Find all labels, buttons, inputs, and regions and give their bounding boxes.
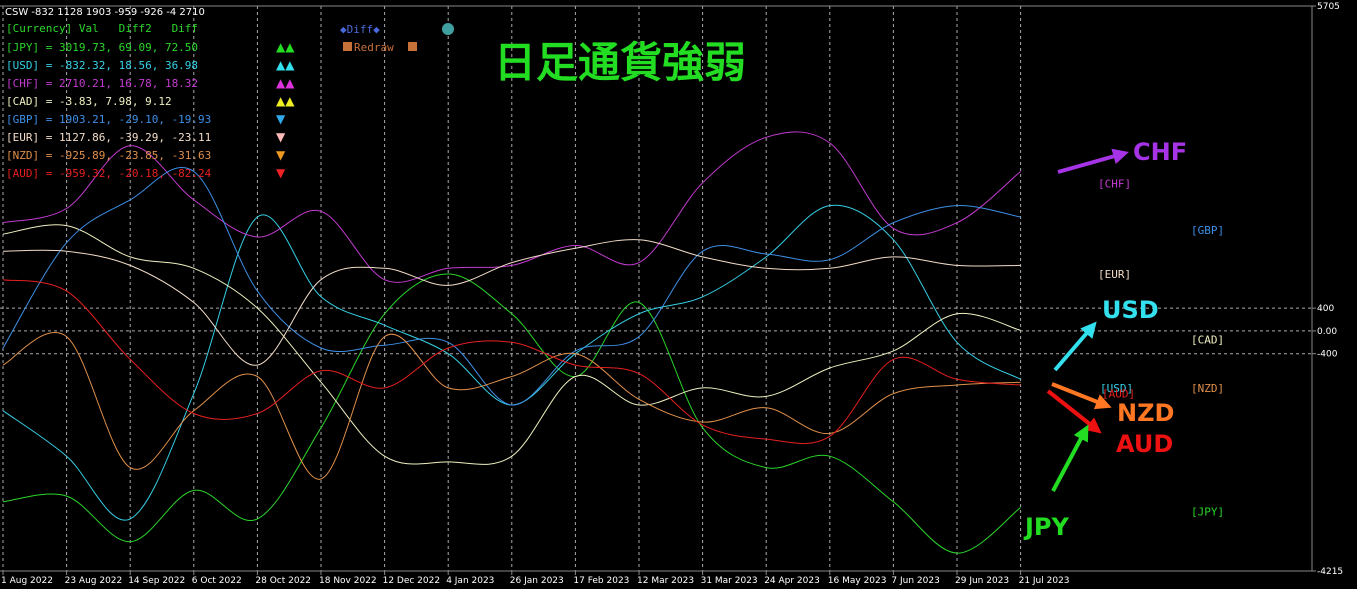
x-tick-label: 23 Aug 2022 bbox=[65, 576, 123, 586]
right-label-jpy: [JPY] bbox=[1191, 505, 1224, 518]
right-label-chf: [CHF] bbox=[1098, 177, 1131, 190]
y-tick-label: -400 bbox=[1317, 350, 1338, 360]
x-tick-label: 29 Jun 2023 bbox=[955, 576, 1009, 586]
x-tick-label: 28 Oct 2022 bbox=[255, 576, 311, 586]
x-tick-label: 6 Oct 2022 bbox=[192, 576, 242, 586]
table-row-aud: [AUD] = -959.32, -20.18, -82.24 bbox=[6, 167, 212, 180]
redraw-square-icon bbox=[408, 42, 417, 51]
x-tick-label: 12 Dec 2022 bbox=[383, 576, 441, 586]
right-label-cad: [CAD] bbox=[1191, 333, 1224, 346]
chart-background bbox=[0, 0, 1357, 589]
annotation-label-chf: CHF bbox=[1133, 138, 1187, 166]
table-row-eur: [EUR] = 1127.86, -39.29, -23.11 bbox=[6, 131, 211, 144]
right-label-nzd: [NZD] bbox=[1191, 382, 1224, 395]
y-tick-label: 0.00 bbox=[1317, 327, 1337, 337]
right-label-eur: [EUR] bbox=[1098, 268, 1131, 281]
diff-button[interactable]: ◆Diff◆ bbox=[340, 23, 380, 36]
indicator-line: CSW -832 1128 1903 -959 -926 -4 2710 bbox=[5, 7, 205, 18]
y-tick-label: 5705 bbox=[1317, 2, 1340, 12]
x-tick-label: 1 Aug 2022 bbox=[1, 576, 53, 586]
chart: 5705 400 0.00 -400 -4215 1 Aug 2022 23 Aug 202… bbox=[0, 0, 1357, 589]
table-row-nzd: [NZD] = -925.89, -23.85, -31.63 bbox=[6, 149, 211, 162]
table-row-jpy: [JPY] = 3019.73, 69.09, 72.50 bbox=[6, 41, 198, 54]
x-tick-label: 21 Jul 2023 bbox=[1019, 576, 1070, 586]
redraw-square-icon bbox=[343, 42, 352, 51]
right-label-gbp: [GBP] bbox=[1191, 224, 1224, 237]
table-header: [Currency] Val Diff2 Diff bbox=[6, 22, 198, 35]
annotation-label-jpy: JPY bbox=[1023, 513, 1070, 541]
down-triangle-icon: ▼ bbox=[276, 148, 286, 162]
down-triangle-icon: ▼ bbox=[276, 130, 286, 144]
table-row-gbp: [GBP] = 1903.21, -29.10, -19.93 bbox=[6, 113, 211, 126]
table-row-cad: [CAD] = -3.83, 7.98, 9.12 bbox=[6, 95, 172, 108]
table-row-chf: [CHF] = 2710.21, 16.78, 18.32 bbox=[6, 77, 198, 90]
annotation-label-aud: AUD bbox=[1116, 430, 1173, 458]
x-tick-label: 12 Mar 2023 bbox=[637, 576, 694, 586]
x-tick-label: 7 Jun 2023 bbox=[891, 576, 939, 586]
up-triangle-icon: ▲▲ bbox=[276, 40, 295, 54]
y-tick-label: -4215 bbox=[1317, 567, 1343, 577]
x-tick-label: 24 Apr 2023 bbox=[764, 576, 820, 586]
annotation-label-nzd: NZD bbox=[1117, 399, 1174, 427]
x-tick-label: 14 Sep 2022 bbox=[128, 576, 185, 586]
x-tick-label: 31 Mar 2023 bbox=[701, 576, 758, 586]
down-triangle-icon: ▼ bbox=[276, 166, 286, 180]
down-triangle-icon: ▼ bbox=[276, 112, 286, 126]
diff-button-label: ◆Diff◆ bbox=[340, 23, 380, 36]
x-tick-label: 4 Jan 2023 bbox=[446, 576, 494, 586]
table-row-usd: [USD] = -832.32, 18.56, 36.98 bbox=[6, 59, 198, 72]
status-dot-icon[interactable] bbox=[442, 23, 454, 35]
annotation-label-usd: USD bbox=[1102, 296, 1159, 324]
up-triangle-icon: ▲▲ bbox=[276, 76, 295, 90]
page-title: 日足通貨強弱 bbox=[494, 38, 746, 87]
y-tick-label: 400 bbox=[1317, 304, 1334, 314]
redraw-button-label: Redraw bbox=[354, 41, 394, 54]
x-tick-label: 18 Nov 2022 bbox=[319, 576, 377, 586]
x-tick-label: 26 Jan 2023 bbox=[510, 576, 564, 586]
x-tick-label: 16 May 2023 bbox=[828, 576, 887, 586]
up-triangle-icon: ▲▲ bbox=[276, 58, 295, 72]
up-triangle-icon: ▲▲ bbox=[276, 94, 295, 108]
x-tick-label: 17 Feb 2023 bbox=[573, 576, 629, 586]
